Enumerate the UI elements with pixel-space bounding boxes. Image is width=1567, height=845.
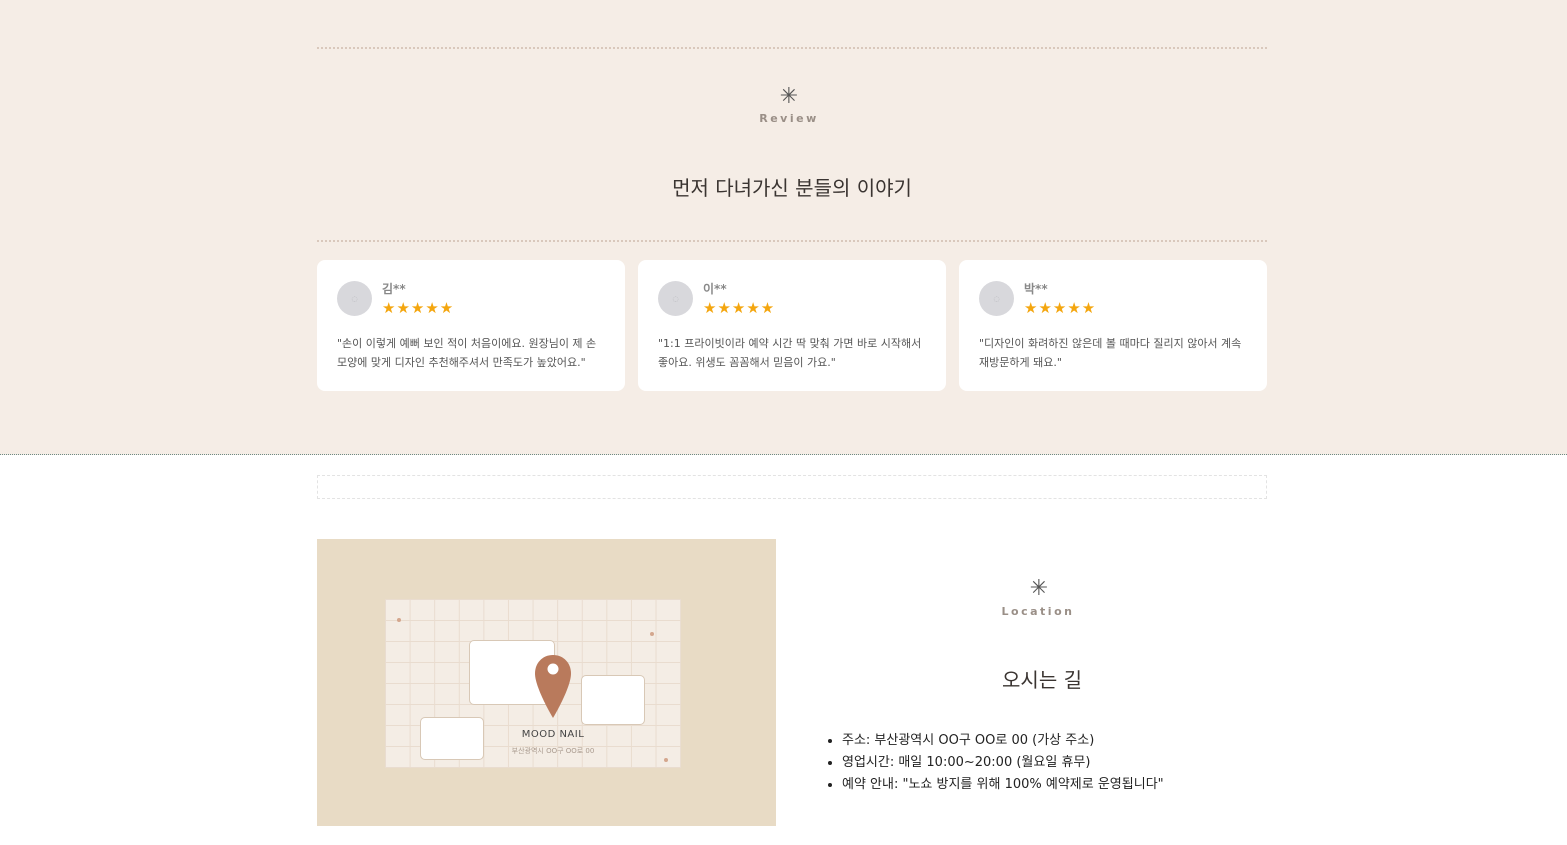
map-pin-icon (535, 655, 571, 718)
review-title: 먼저 다녀가신 분들의 이야기 (672, 176, 912, 200)
review-text: "디자인이 화려하진 않은데 볼 때마다 질리지 않아서 계속 재방문하게 돼요… (979, 337, 1242, 369)
reviewer-name: 이** (703, 282, 727, 296)
info-reservation: 예약 안내: "노쇼 방지를 위해 100% 예약제로 운영됩니다" (842, 774, 1164, 796)
review-text: "1:1 프라이빗이라 예약 시간 딱 맞춰 가면 바로 시작해서 좋아요. 위… (658, 337, 922, 369)
review-divider (317, 240, 1267, 242)
map-dot (664, 758, 668, 762)
avatar: ◌ (658, 281, 693, 316)
dashed-placeholder (317, 475, 1267, 499)
avatar: ◌ (337, 281, 372, 316)
asterisk-icon: ✳ (779, 84, 799, 109)
star-rating: ★★★★★ (382, 299, 455, 317)
star-rating: ★★★★★ (703, 299, 776, 317)
map-dot (650, 632, 654, 636)
review-card: ◌ 이** ★★★★★ "1:1 프라이빗이라 예약 시간 딱 맞춰 가면 바로… (638, 260, 946, 391)
reviewer-name: 김** (382, 282, 406, 296)
map-shop-address: 부산광역시 OO구 OO로 00 (511, 747, 595, 755)
reviewer-name: 박** (1024, 282, 1048, 296)
avatar: ◌ (979, 281, 1014, 316)
map-shop-name: MOOD NAIL (521, 729, 585, 740)
location-title: 오시는 길 (1002, 668, 1082, 692)
map-dot (397, 618, 401, 622)
review-label: Review (759, 112, 819, 125)
review-card: ◌ 김** ★★★★★ "손이 이렇게 예뻐 보인 적이 처음이에요. 원장님이… (317, 260, 625, 391)
location-info-list: 주소: 부산광역시 OO구 OO로 00 (가상 주소) 영업시간: 매일 10… (824, 730, 1164, 796)
location-label: Location (1001, 605, 1075, 618)
map-block (581, 675, 645, 725)
map-block (420, 717, 484, 760)
review-text: "손이 이렇게 예뻐 보인 적이 처음이에요. 원장님이 제 손 모양에 맞게 … (337, 337, 597, 369)
map-panel: MOOD NAIL 부산광역시 OO구 OO로 00 (317, 539, 776, 826)
top-divider (317, 47, 1267, 49)
review-section: ✳ Review 먼저 다녀가신 분들의 이야기 ◌ 김** ★★★★★ "손이… (0, 0, 1567, 455)
map-illustration: MOOD NAIL 부산광역시 OO구 OO로 00 (385, 599, 681, 768)
star-rating: ★★★★★ (1024, 299, 1097, 317)
review-card: ◌ 박** ★★★★★ "디자인이 화려하진 않은데 볼 때마다 질리지 않아서… (959, 260, 1267, 391)
info-address: 주소: 부산광역시 OO구 OO로 00 (가상 주소) (842, 730, 1164, 752)
info-hours: 영업시간: 매일 10:00~20:00 (월요일 휴무) (842, 752, 1164, 774)
asterisk-icon: ✳ (1029, 576, 1049, 601)
